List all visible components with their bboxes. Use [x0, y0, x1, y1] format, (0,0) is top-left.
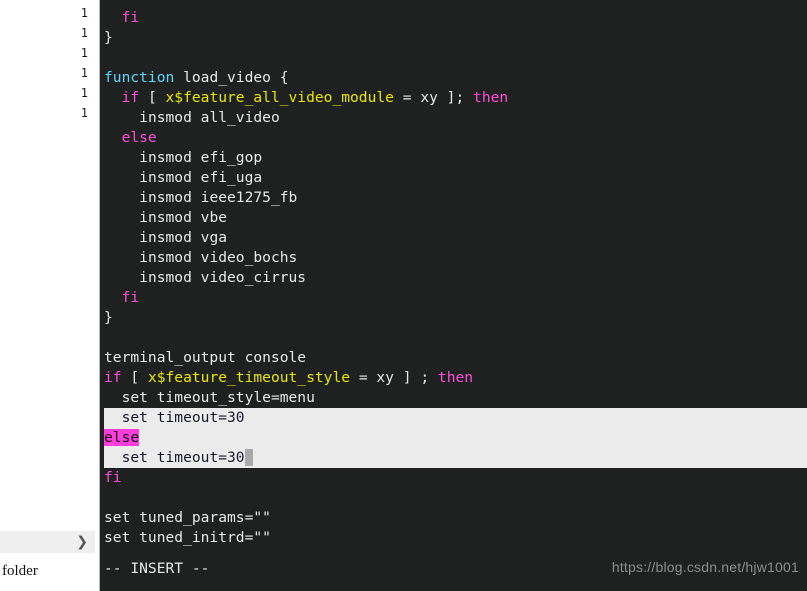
code-token: set timeout_style=menu [121, 389, 315, 406]
gutter-line-number: 1 [80, 6, 88, 20]
code-token: terminal_output console [104, 349, 307, 366]
code-token: if [121, 89, 140, 106]
code-token: if [104, 369, 122, 386]
text-cursor [244, 449, 254, 466]
code-line[interactable] [104, 48, 807, 68]
code-token: set timeout=30 [121, 409, 245, 426]
code-token: function [104, 69, 175, 86]
code-token: x$feature_timeout_style [147, 369, 351, 386]
code-line[interactable]: set timeout=30 [104, 408, 807, 428]
vim-mode-status: -- INSERT -- [104, 560, 210, 577]
code-line[interactable] [104, 0, 807, 8]
gutter-line-number: 1 [80, 26, 88, 40]
code-token: } [104, 309, 113, 326]
code-token: then [437, 369, 474, 386]
code-token: fi [121, 9, 140, 26]
code-line[interactable]: insmod video_cirrus [104, 268, 807, 288]
search-match-highlight: else [104, 429, 140, 446]
code-line[interactable]: set tuned_params="" [104, 508, 807, 528]
code-line[interactable]: fi [104, 468, 807, 488]
code-line[interactable]: fi [104, 288, 807, 308]
code-token: fi [104, 469, 122, 486]
code-line[interactable]: insmod all_video [104, 108, 807, 128]
watermark-url: https://blog.csdn.net/hjw1001 [611, 559, 799, 575]
code-line[interactable]: } [104, 308, 807, 328]
code-line[interactable]: fi [104, 8, 807, 28]
code-token: set timeout=30 [121, 449, 245, 466]
code-token: then [473, 89, 509, 106]
code-line[interactable] [104, 328, 807, 348]
code-line[interactable]: insmod efi_uga [104, 168, 807, 188]
code-token: insmod video_bochs [139, 249, 298, 266]
file-browser-sidebar: 1 1 1 1 1 1 ❯ folder [0, 0, 100, 591]
code-token: else [121, 129, 157, 146]
code-line[interactable]: } [104, 28, 807, 48]
code-token: set tuned_initrd="" [104, 529, 271, 546]
code-line[interactable]: if [ x$feature_timeout_style = xy ] ; th… [104, 368, 807, 388]
code-line[interactable] [104, 488, 807, 508]
code-token: insmod efi_uga [139, 169, 263, 186]
code-token: x$feature_all_video_module [165, 89, 394, 106]
gutter-line-number: 1 [80, 106, 88, 120]
gutter-line-number: 1 [80, 66, 88, 80]
gutter-line-number: 1 [80, 86, 88, 100]
vim-editor-pane[interactable]: fi} function load_video { if [ x$feature… [100, 0, 807, 591]
code-token: = xy ] ; [350, 369, 438, 386]
code-line[interactable]: insmod efi_gop [104, 148, 807, 168]
code-token: insmod all_video [139, 109, 280, 126]
code-line[interactable]: set timeout_style=menu [104, 388, 807, 408]
code-token: insmod ieee1275_fb [139, 189, 298, 206]
sidebar-expand-row[interactable]: ❯ [0, 531, 95, 553]
code-line[interactable]: insmod vbe [104, 208, 807, 228]
code-token: set tuned_params="" [104, 509, 271, 526]
code-line[interactable]: insmod ieee1275_fb [104, 188, 807, 208]
code-token: insmod vga [139, 229, 228, 246]
chevron-right-icon[interactable]: ❯ [76, 535, 88, 549]
code-token: insmod video_cirrus [139, 269, 307, 286]
code-line[interactable]: terminal_output console [104, 348, 807, 368]
gutter-line-number: 1 [80, 46, 88, 60]
line-number-gutter: 1 1 1 1 1 1 [0, 0, 100, 123]
code-line[interactable]: set timeout=30 [104, 448, 807, 468]
code-line[interactable]: set tuned_initrd="" [104, 528, 807, 548]
code-line[interactable]: if [ x$feature_all_video_module = xy ]; … [104, 88, 807, 108]
code-token: load_video { [174, 69, 289, 86]
code-token: insmod efi_gop [139, 149, 263, 166]
code-token: [ [121, 369, 148, 386]
code-token: [ [139, 89, 166, 106]
code-line[interactable]: insmod vga [104, 228, 807, 248]
code-token: fi [121, 289, 140, 306]
terminal-vim-window: 1 1 1 1 1 1 ❯ folder fi} function load_video … [0, 0, 807, 591]
code-line[interactable]: function load_video { [104, 68, 807, 88]
code-token: = xy ]; [393, 89, 474, 106]
code-line[interactable]: else [104, 428, 807, 448]
code-token: insmod vbe [139, 209, 228, 226]
code-line[interactable]: else [104, 128, 807, 148]
sidebar-folder-label[interactable]: folder [0, 563, 100, 580]
code-line[interactable]: insmod video_bochs [104, 248, 807, 268]
code-token: } [104, 29, 113, 46]
code-buffer[interactable]: fi} function load_video { if [ x$feature… [100, 0, 807, 548]
